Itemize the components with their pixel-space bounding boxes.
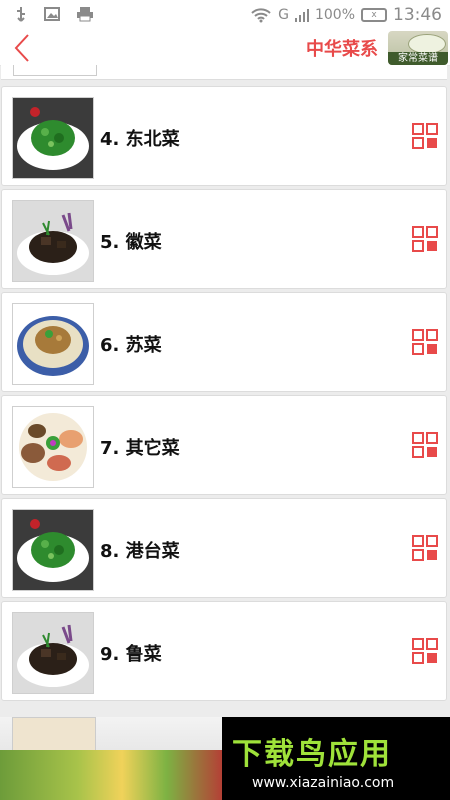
grid-menu-icon[interactable] (412, 226, 438, 252)
page-title: 中华菜系 (306, 39, 378, 60)
battery-percent: 100% (314, 7, 355, 23)
wifi-icon (251, 8, 271, 23)
grid-menu-icon[interactable] (412, 535, 438, 561)
list-item[interactable]: 6. 苏菜 (1, 292, 447, 392)
app-logo[interactable]: 家常菜谱 (388, 31, 448, 65)
list-item-partial[interactable] (1, 65, 447, 80)
list-item[interactable]: 5. 徽菜 (1, 189, 447, 289)
signal-bars-icon (294, 9, 309, 22)
dish-thumbnail (12, 509, 94, 591)
ad-brand: 下载鸟应用 (232, 737, 392, 772)
list-item[interactable]: 8. 港台菜 (1, 498, 447, 598)
list-item[interactable]: 9. 鲁菜 (1, 601, 447, 701)
ad-brand-panel[interactable]: 下载鸟应用 www.xiazainiao.com (222, 717, 450, 800)
status-left-icons (14, 6, 94, 24)
grid-menu-icon[interactable] (412, 123, 438, 149)
dish-thumbnail (12, 200, 94, 282)
dish-thumbnail (12, 97, 94, 179)
image-icon (44, 7, 60, 21)
back-arrow-icon[interactable] (10, 31, 34, 65)
app-header: 中华菜系 家常菜谱 (0, 31, 450, 66)
battery-icon: x (361, 8, 387, 22)
grid-menu-icon[interactable] (412, 329, 438, 355)
usb-icon (17, 7, 25, 22)
list-item-label: 8. 港台菜 (100, 541, 180, 562)
list-item-label: 7. 其它菜 (100, 438, 180, 459)
dish-thumbnail (12, 303, 94, 385)
vegetable-image (0, 750, 222, 800)
list-item-label: 5. 徽菜 (100, 232, 162, 253)
ad-banner[interactable]: 下载鸟应用 www.xiazainiao.com (0, 717, 450, 800)
dish-thumbnail-partial (13, 65, 97, 76)
battery-glyph: x (371, 9, 377, 20)
list-item-label: 6. 苏菜 (100, 335, 162, 356)
dish-thumbnail (12, 612, 94, 694)
status-bar: G 100% x 13:46 (0, 0, 450, 31)
dish-thumbnail-partial-bottom (12, 717, 96, 751)
logo-plate-icon (408, 34, 446, 54)
ad-url: www.xiazainiao.com (252, 775, 395, 791)
list-item[interactable]: 7. 其它菜 (1, 395, 447, 495)
signal-label: G (278, 7, 289, 23)
clock: 13:46 (393, 5, 442, 25)
list-item[interactable]: 4. 东北菜 (1, 86, 447, 186)
list-item-label: 4. 东北菜 (100, 129, 180, 150)
dish-thumbnail (12, 406, 94, 488)
logo-text: 家常菜谱 (388, 52, 448, 65)
status-right: G 100% x 13:46 (250, 5, 442, 25)
grid-menu-icon[interactable] (412, 432, 438, 458)
list-item-label: 9. 鲁菜 (100, 644, 162, 665)
grid-menu-icon[interactable] (412, 638, 438, 664)
printer-icon (77, 7, 93, 22)
